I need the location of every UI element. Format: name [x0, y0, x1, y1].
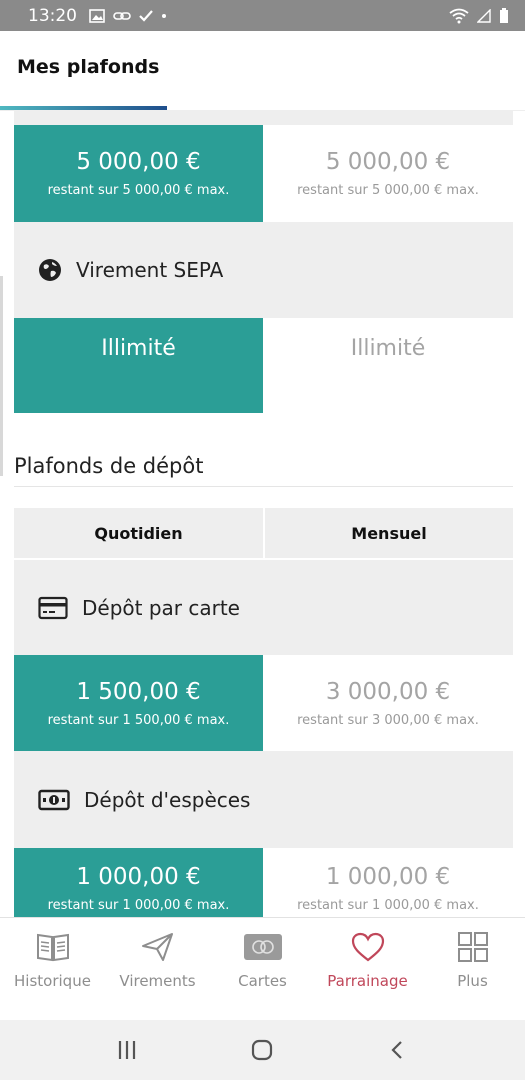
grid-icon: [457, 932, 488, 962]
nav-label: Virements: [119, 972, 196, 990]
status-bar: 13:20: [0, 0, 525, 31]
nav-plus[interactable]: Plus: [420, 918, 525, 1020]
monthly-limit-cell: 3 000,00 € restant sur 3 000,00 € max.: [263, 655, 513, 751]
monthly-amount: 1 000,00 €: [325, 864, 451, 890]
recent-apps-icon[interactable]: [116, 1039, 138, 1061]
daily-remaining: restant sur 5 000,00 € max.: [47, 183, 230, 198]
globe-icon: [39, 259, 61, 281]
card-icon: [243, 934, 282, 960]
credit-card-icon: [38, 596, 68, 619]
monthly-remaining: restant sur 5 000,00 € max.: [297, 183, 479, 198]
gallery-icon: [89, 8, 105, 23]
daily-amount: 1 000,00 €: [76, 864, 201, 890]
nav-label: Parrainage: [327, 972, 408, 990]
column-headers: Quotidien Mensuel: [14, 508, 513, 558]
system-navigation-bar: [0, 1020, 525, 1080]
deposit-section-title: Plafonds de dépôt: [14, 454, 204, 478]
cash-deposit-header: Dépôt d'espèces: [14, 751, 513, 848]
book-icon: [36, 933, 69, 962]
header: Mes plafonds: [0, 31, 525, 111]
nav-label: Cartes: [238, 972, 287, 990]
divider: [14, 486, 513, 487]
heart-icon: [351, 932, 384, 962]
daily-amount: 5 000,00 €: [76, 149, 201, 175]
daily-limit-cell: Illimité: [14, 318, 263, 413]
daily-limit-cell: 1 000,00 € restant sur 1 000,00 € max.: [14, 848, 263, 917]
daily-remaining: restant sur 1 000,00 € max.: [47, 898, 230, 913]
monthly-remaining: restant sur 1 000,00 € max.: [297, 898, 479, 913]
nav-historique[interactable]: Historique: [0, 918, 105, 1020]
daily-unlimited: Illimité: [101, 336, 176, 361]
page-title: Mes plafonds: [17, 56, 160, 78]
nav-virements[interactable]: Virements: [105, 918, 210, 1020]
daily-limit-cell: 5 000,00 € restant sur 5 000,00 € max.: [14, 125, 263, 222]
limits-scroll-area[interactable]: 5 000,00 € restant sur 5 000,00 € max. 5…: [0, 111, 525, 917]
bottom-navigation: Historique Virements Cartes Parrainage P…: [0, 917, 525, 1020]
cash-deposit-label: Dépôt d'espèces: [84, 787, 251, 812]
dot-icon: [162, 13, 166, 18]
status-time: 13:20: [28, 5, 77, 26]
wifi-icon: [449, 8, 469, 23]
check-icon: [139, 9, 153, 22]
sepa-transfer-header: Virement SEPA: [14, 222, 513, 318]
home-icon[interactable]: [250, 1038, 274, 1062]
monthly-unlimited: Illimité: [350, 336, 426, 361]
monthly-limit-cell: 1 000,00 € restant sur 1 000,00 € max.: [263, 848, 513, 917]
daily-remaining: restant sur 1 500,00 € max.: [47, 712, 230, 728]
limit-row-card-deposit: 1 500,00 € restant sur 1 500,00 € max. 3…: [14, 655, 513, 751]
daily-limit-cell: 1 500,00 € restant sur 1 500,00 € max.: [14, 655, 263, 751]
link-icon: [113, 11, 131, 20]
monthly-remaining: restant sur 3 000,00 € max.: [297, 712, 479, 728]
banknote-icon: [38, 789, 70, 810]
back-icon[interactable]: [387, 1039, 409, 1061]
monthly-limit-cell: 5 000,00 € restant sur 5 000,00 € max.: [263, 125, 513, 222]
limit-row-sepa: Illimité Illimité: [14, 318, 513, 413]
signal-icon: [477, 8, 491, 23]
nav-parrainage[interactable]: Parrainage: [315, 918, 420, 1020]
battery-icon: [500, 7, 508, 23]
card-deposit-label: Dépôt par carte: [82, 595, 240, 620]
nav-label: Plus: [457, 972, 488, 990]
daily-amount: 1 500,00 €: [76, 678, 201, 705]
column-header-monthly: Mensuel: [265, 508, 513, 558]
limit-row-cash-deposit: 1 000,00 € restant sur 1 000,00 € max. 1…: [14, 848, 513, 917]
section-remnant: [14, 111, 513, 125]
nav-cartes[interactable]: Cartes: [210, 918, 315, 1020]
monthly-limit-cell: Illimité: [263, 318, 513, 413]
nav-label: Historique: [14, 972, 91, 990]
card-deposit-header: Dépôt par carte: [14, 560, 513, 655]
monthly-amount: 3 000,00 €: [325, 678, 451, 705]
monthly-amount: 5 000,00 €: [325, 149, 451, 175]
tab-indicator: [0, 106, 167, 110]
paper-plane-icon: [141, 933, 173, 961]
scroll-edge: [0, 276, 3, 476]
limit-row-transfer: 5 000,00 € restant sur 5 000,00 € max. 5…: [14, 125, 513, 222]
column-header-daily: Quotidien: [14, 508, 263, 558]
sepa-label: Virement SEPA: [76, 258, 224, 282]
